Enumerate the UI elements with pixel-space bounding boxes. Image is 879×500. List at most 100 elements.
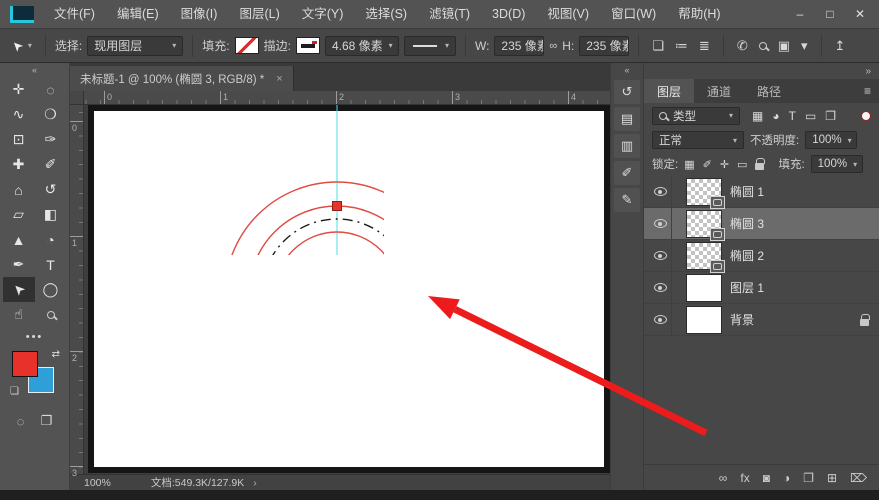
- height-input[interactable]: 235 像素: [579, 35, 630, 56]
- marquee-tool[interactable]: ◌: [35, 77, 67, 102]
- stroke-type-dropdown[interactable]: ▾: [403, 35, 456, 56]
- brush-settings-panel-icon[interactable]: ✎: [614, 188, 640, 212]
- menu-item-6[interactable]: 滤镜(T): [418, 0, 481, 28]
- horizontal-ruler[interactable]: 0 1 2 3 4: [84, 91, 610, 105]
- new-layer-icon[interactable]: ⊞: [827, 471, 837, 485]
- history-panel-icon[interactable]: ↺: [614, 80, 640, 104]
- default-colors-icon[interactable]: ❏: [10, 386, 19, 397]
- menu-item-1[interactable]: 编辑(E): [106, 0, 170, 28]
- vertical-ruler[interactable]: 0123: [70, 105, 84, 478]
- screen-mode-icon[interactable]: ❐: [41, 413, 53, 429]
- fill-swatch[interactable]: [234, 37, 259, 54]
- crop-tool[interactable]: ⊡: [3, 127, 35, 152]
- lock-all-icon[interactable]: [755, 158, 766, 170]
- lasso-tool[interactable]: ∿: [3, 102, 35, 127]
- document-tab[interactable]: 未标题-1 @ 100% (椭圆 3, RGB/8) * ×: [70, 66, 294, 91]
- panel-menu-icon[interactable]: ≡: [864, 79, 879, 103]
- blend-mode-dropdown[interactable]: 正常 ▾: [652, 131, 744, 149]
- visibility-toggle[interactable]: [650, 176, 672, 207]
- close-button[interactable]: ✕: [845, 7, 875, 21]
- zoom-tool[interactable]: [35, 302, 67, 327]
- edit-toolbar-icon[interactable]: •••: [0, 331, 69, 343]
- delete-layer-icon[interactable]: ⌦: [850, 471, 867, 485]
- layer-thumbnail[interactable]: [686, 209, 725, 241]
- menu-item-7[interactable]: 3D(D): [481, 0, 536, 28]
- current-tool-button[interactable]: ➤ ▾: [8, 37, 36, 55]
- menu-item-3[interactable]: 图层(L): [228, 0, 290, 28]
- eraser-tool[interactable]: ▱: [3, 202, 35, 227]
- workspace-icon[interactable]: ▣: [778, 38, 790, 54]
- layer-name[interactable]: 图层 1: [730, 279, 764, 296]
- filter-smart-object-icon[interactable]: ❐: [825, 109, 836, 123]
- panel-tab-路径[interactable]: 路径: [744, 79, 794, 103]
- layer-row-椭圆 2[interactable]: 椭圆 2: [644, 240, 879, 273]
- layer-thumbnail[interactable]: [686, 273, 722, 302]
- filter-type-dropdown[interactable]: 类型 ▾: [652, 106, 740, 125]
- add-layer-mask-icon[interactable]: ◙: [763, 471, 770, 485]
- paragraph-panel-icon[interactable]: ▥: [614, 134, 640, 158]
- layer-thumbnail[interactable]: [686, 241, 725, 273]
- distribute-layers-icon[interactable]: ≣: [699, 38, 710, 54]
- history-brush-tool[interactable]: ↺: [35, 177, 67, 202]
- layer-thumbnail[interactable]: [686, 305, 722, 334]
- canvas-viewport[interactable]: [84, 105, 610, 474]
- swap-colors-icon[interactable]: ⇄: [52, 349, 60, 360]
- gradient-tool[interactable]: ◧: [35, 202, 67, 227]
- layer-name[interactable]: 椭圆 3: [730, 215, 764, 232]
- quick-mask-icon[interactable]: ◌: [17, 413, 25, 429]
- eyedropper-tool[interactable]: ✑: [35, 127, 67, 152]
- filter-adjustment-icon[interactable]: ◕: [772, 109, 779, 123]
- dodge-tool[interactable]: ◔: [35, 227, 67, 252]
- search-icon[interactable]: [758, 41, 767, 50]
- panel-tab-图层[interactable]: 图层: [644, 79, 695, 103]
- menu-item-2[interactable]: 图像(I): [170, 0, 229, 28]
- lock-position-icon[interactable]: ✛: [720, 158, 729, 171]
- new-group-icon[interactable]: ❒: [803, 471, 814, 485]
- move-tool[interactable]: ✛: [3, 77, 35, 102]
- fill-dropdown[interactable]: 100% ▾: [810, 155, 863, 173]
- expand-panel-icon[interactable]: »: [865, 66, 871, 77]
- share-image-icon[interactable]: ↥: [835, 38, 846, 54]
- filter-pixel-icon[interactable]: ▦: [752, 109, 763, 123]
- layer-row-椭圆 1[interactable]: 椭圆 1: [644, 176, 879, 209]
- zoom-level[interactable]: 100%: [84, 477, 111, 489]
- arrange-layers-icon[interactable]: ❏: [652, 38, 664, 54]
- lock-paint-icon[interactable]: ✐: [703, 158, 712, 171]
- menu-item-0[interactable]: 文件(F): [43, 0, 106, 28]
- layer-row-椭圆 3[interactable]: 椭圆 3: [644, 208, 879, 241]
- stroke-width-dropdown[interactable]: 4.68 像素 ▾: [324, 35, 399, 56]
- visibility-toggle[interactable]: [650, 240, 672, 271]
- panel-tab-通道[interactable]: 通道: [694, 79, 744, 103]
- quick-selection-tool[interactable]: ❍: [35, 102, 67, 127]
- collapse-tools-icon[interactable]: «: [0, 63, 69, 77]
- ruler-origin-corner[interactable]: [70, 91, 84, 105]
- layer-name[interactable]: 椭圆 2: [730, 247, 764, 264]
- layer-name[interactable]: 背景: [730, 311, 754, 328]
- menu-item-8[interactable]: 视图(V): [536, 0, 600, 28]
- hand-tool[interactable]: ☝: [3, 302, 35, 327]
- filter-type-icon[interactable]: T: [789, 109, 796, 123]
- filter-shape-icon[interactable]: ▭: [805, 109, 816, 123]
- path-selection-tool[interactable]: ➤: [2, 277, 35, 302]
- maximize-button[interactable]: □: [815, 7, 845, 21]
- collapse-dock-icon[interactable]: «: [624, 63, 629, 77]
- type-tool[interactable]: T: [35, 252, 67, 277]
- align-layers-icon[interactable]: ≔: [675, 38, 688, 54]
- visibility-toggle[interactable]: [650, 272, 672, 303]
- menu-item-10[interactable]: 帮助(H): [667, 0, 731, 28]
- stroke-swatch[interactable]: [295, 37, 320, 54]
- opacity-dropdown[interactable]: 100% ▾: [805, 131, 858, 149]
- brush-tool[interactable]: ✐: [35, 152, 67, 177]
- pen-tool[interactable]: ✒: [3, 252, 35, 277]
- visibility-toggle[interactable]: [650, 304, 672, 335]
- close-tab-icon[interactable]: ×: [276, 73, 282, 85]
- menu-item-4[interactable]: 文字(Y): [291, 0, 355, 28]
- lock-transparency-icon[interactable]: ▦: [684, 158, 694, 171]
- status-chevron-icon[interactable]: ›: [253, 477, 257, 489]
- width-input[interactable]: 235 像素: [494, 35, 545, 56]
- ellipse-tool[interactable]: ◯: [35, 277, 67, 302]
- link-dimensions-icon[interactable]: ∞: [549, 40, 557, 52]
- layer-style-icon[interactable]: fx: [740, 471, 749, 485]
- select-mode-dropdown[interactable]: 现用图层 ▾: [87, 35, 184, 56]
- visibility-toggle[interactable]: [650, 208, 672, 239]
